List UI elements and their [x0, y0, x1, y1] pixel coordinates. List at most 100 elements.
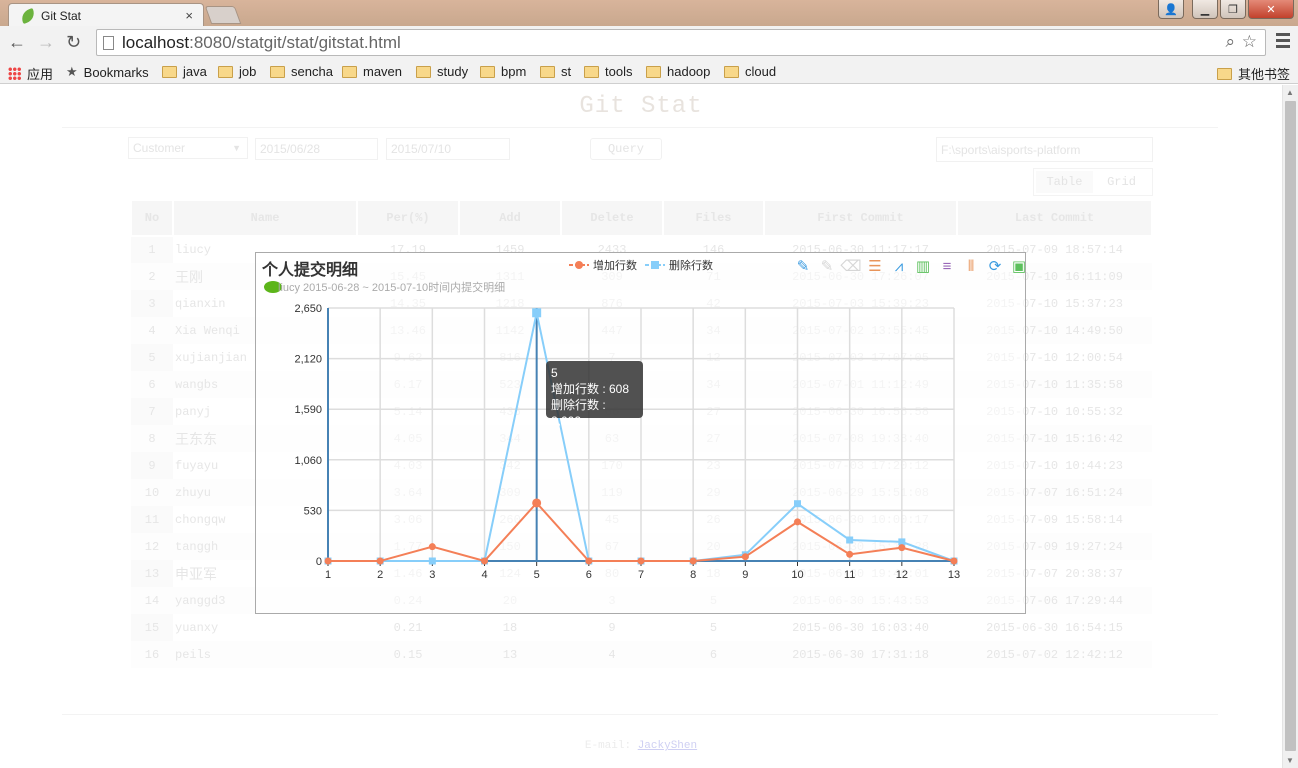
user-profile-icon[interactable]: 👤 — [1158, 0, 1184, 19]
tab-grid[interactable]: Grid — [1093, 171, 1150, 193]
bookmark-8[interactable]: st — [540, 64, 571, 79]
author-link[interactable]: JackyShen — [638, 740, 697, 752]
back-arrow-icon[interactable]: ← — [8, 32, 26, 53]
bookmark-0[interactable]: 应用 — [8, 64, 53, 83]
chrome-menu-icon[interactable] — [1276, 33, 1290, 51]
cell-no: 6 — [131, 371, 173, 398]
address-bar[interactable]: localhost :8080/statgit/stat/gitstat.htm… — [96, 29, 1266, 56]
y-tick-label: 2,650 — [294, 303, 322, 315]
folder-icon — [646, 65, 661, 78]
y-tick-label: 530 — [304, 505, 322, 517]
bookmark-9[interactable]: tools — [584, 64, 632, 79]
data-point-delete — [532, 308, 542, 318]
zoom-icon[interactable]: ⌕ — [1225, 32, 1235, 52]
bookmark-5[interactable]: maven — [342, 64, 402, 79]
column-header[interactable]: No — [130, 199, 174, 237]
folder-icon — [342, 65, 357, 78]
table-row[interactable]: 15 yuanxy 0.21 18 9 5 2015-06-30 16:03:40 2015-… — [131, 614, 1152, 641]
type-select[interactable]: Customer ▼ — [128, 137, 248, 159]
bookmark-1[interactable]: ★ Bookmarks — [66, 64, 149, 80]
bookmark-other[interactable]: 其他书签 — [1216, 64, 1290, 83]
cell-no: 8 — [131, 425, 173, 452]
tab-table[interactable]: Table — [1036, 171, 1093, 193]
chart-plot: 05301,0601,5902,1202,6501 2 3 4 5 6 7 8 9 10 11 12 1… — [294, 303, 960, 581]
reload-icon[interactable]: ↻ — [66, 32, 81, 53]
data-point-add — [794, 518, 801, 526]
page-content: Git Stat Customer ▼ 2015/06/28 2015/07/1… — [0, 85, 1282, 768]
repo-path-input[interactable]: F:\sports\aisports-platform — [936, 137, 1153, 162]
bookmark-6[interactable]: study — [416, 64, 468, 79]
bookmark-2[interactable]: java — [162, 64, 207, 79]
bookmark-label: hadoop — [667, 64, 711, 79]
page-title: Git Stat — [579, 93, 703, 120]
cell-no: 2 — [131, 263, 173, 290]
cell-per: 0.15 — [357, 641, 459, 668]
new-tab-button[interactable] — [204, 6, 242, 24]
close-window-button[interactable]: ✕ — [1248, 0, 1294, 19]
bookmark-3[interactable]: job — [218, 64, 256, 79]
data-point-add — [950, 557, 958, 565]
footer-divider — [62, 714, 1218, 715]
maximize-button[interactable]: ❐ — [1220, 0, 1246, 19]
browser-tab[interactable]: Git Stat × — [8, 3, 204, 27]
cell-no: 11 — [131, 506, 173, 533]
scrollbar-thumb[interactable] — [1285, 101, 1296, 751]
minimize-button[interactable]: ▁ — [1192, 0, 1218, 19]
apps-icon — [8, 67, 21, 80]
data-point-add — [846, 550, 854, 558]
tooltip-line-delete: 删除行数 : 2,002 — [551, 398, 606, 428]
cell-no: 16 — [131, 641, 173, 668]
data-point-add — [689, 557, 697, 565]
cell-no: 4 — [131, 317, 173, 344]
column-header[interactable]: Per(%) — [356, 199, 460, 237]
url-host: localhost — [122, 32, 190, 52]
column-header[interactable]: Name — [172, 199, 358, 237]
cell-add: 18 — [502, 620, 518, 635]
bookmark-label: job — [239, 64, 257, 79]
page-scrollbar[interactable]: ▲ ▼ — [1282, 85, 1298, 768]
bookmark-7[interactable]: bpm — [480, 64, 526, 79]
cell-no: 13 — [131, 560, 173, 587]
folder-icon — [1216, 67, 1232, 80]
column-header[interactable]: Delete — [560, 199, 664, 237]
page-icon — [103, 35, 114, 50]
column-header[interactable]: First Commit — [763, 199, 958, 237]
cell-no: 12 — [131, 533, 173, 560]
cell-first-commit: 2015-06-30 16:03:40 — [792, 620, 929, 635]
tab-close-icon[interactable]: × — [185, 8, 193, 23]
bookmark-10[interactable]: hadoop — [646, 64, 710, 79]
start-date-input[interactable]: 2015/06/28 — [255, 138, 378, 160]
folder-icon — [540, 65, 555, 78]
type-select-value: Customer — [133, 141, 186, 155]
bookmark-label: st — [561, 64, 572, 79]
bookmark-11[interactable]: cloud — [724, 64, 776, 79]
window-titlebar: Git Stat × 👤 ▁ ❐ ✕ — [0, 0, 1298, 27]
folder-icon — [162, 65, 177, 78]
cell-last-commit: 2015-06-30 16:54:15 — [986, 620, 1123, 635]
bookmark-label: 其他书签 — [1237, 67, 1290, 82]
scroll-up-icon[interactable]: ▲ — [1286, 88, 1294, 97]
cell-add: 13 — [459, 641, 561, 668]
scroll-down-icon[interactable]: ▼ — [1286, 756, 1294, 765]
x-tick-label: 6 — [586, 569, 592, 581]
bookmark-label: cloud — [745, 64, 777, 79]
chart-popup: 个人提交明细 liucy 2015-06-28 ~ 2015-07-10时间内提… — [255, 252, 1026, 614]
y-tick-label: 2,120 — [294, 354, 322, 366]
end-date-input[interactable]: 2015/07/10 — [386, 138, 510, 160]
tooltip-title: 5 — [551, 366, 558, 380]
table-row[interactable]: 16 peils 0.15 13 4 6 2015-06-30 17:31:18 2015-0… — [131, 641, 1152, 668]
chevron-down-icon: ▼ — [232, 143, 241, 153]
bookmark-star-icon[interactable]: ☆ — [1242, 32, 1257, 52]
column-header[interactable]: Files — [662, 199, 765, 237]
cell-delete: 4 — [561, 641, 663, 668]
forward-arrow-icon[interactable]: → — [37, 32, 55, 53]
data-point-add — [532, 498, 542, 508]
cell-no: 9 — [131, 452, 173, 479]
bookmark-4[interactable]: sencha — [270, 64, 333, 79]
cell-no: 10 — [131, 479, 173, 506]
bookmarks-bar: 其他书签 应用 ★ Bookmarks java job sencha maven study… — [0, 60, 1298, 84]
query-button[interactable]: Query — [590, 138, 662, 160]
column-header[interactable]: Add — [458, 199, 562, 237]
column-header[interactable]: Last Commit — [956, 199, 1153, 237]
cell-last-commit: 2015-07-02 12:42:12 — [957, 641, 1152, 668]
